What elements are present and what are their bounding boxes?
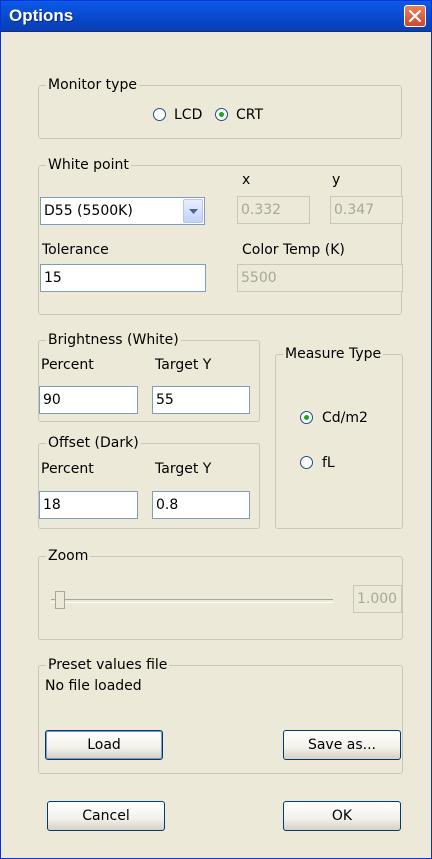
color-temp-field: 5500: [237, 264, 403, 292]
offset-target-field[interactable]: 0.8: [152, 491, 250, 519]
ok-button[interactable]: OK: [283, 801, 401, 831]
preset-file-legend: Preset values file: [46, 657, 170, 673]
brightness-percent-label: Percent: [41, 357, 94, 373]
cdm2-radio[interactable]: [300, 411, 313, 424]
offset-percent-field[interactable]: 18: [39, 491, 138, 519]
white-point-select-value: D55 (5500K): [44, 203, 133, 219]
lcd-radio-label[interactable]: LCD: [174, 107, 202, 123]
crt-radio-label[interactable]: CRT: [236, 107, 263, 123]
crt-radio-dot: [219, 112, 224, 117]
offset-percent-label: Percent: [41, 461, 94, 477]
cdm2-radio-label[interactable]: Cd/m2: [322, 410, 368, 426]
white-point-select-arrow[interactable]: [183, 199, 203, 223]
zoom-legend: Zoom: [46, 548, 91, 564]
title-bar[interactable]: Options: [1, 1, 431, 32]
lcd-radio[interactable]: [153, 108, 166, 121]
save-as-button[interactable]: Save as...: [283, 730, 401, 760]
y-label: y: [332, 172, 341, 188]
offset-target-label: Target Y: [155, 461, 212, 477]
color-temp-label: Color Temp (K): [242, 242, 345, 258]
load-button[interactable]: Load: [45, 730, 163, 760]
tolerance-label: Tolerance: [42, 242, 109, 258]
tolerance-field[interactable]: 15: [40, 264, 206, 292]
crt-radio[interactable]: [215, 108, 228, 121]
cdm2-radio-dot: [304, 415, 309, 420]
x-field: 0.332: [237, 196, 310, 224]
close-icon: [409, 10, 421, 22]
chevron-down-icon: [189, 209, 198, 214]
close-button[interactable]: [404, 5, 426, 27]
zoom-group: Zoom 1.000: [38, 548, 403, 640]
preset-file-group: Preset values file No file loaded Load S…: [38, 657, 403, 774]
brightness-group: Brightness (White) Percent Target Y 90 5…: [38, 332, 260, 422]
white-point-group: White point x y D55 (5500K) 0.332 0.347 …: [38, 157, 403, 315]
measure-type-legend: Measure Type: [283, 346, 384, 362]
window-title: Options: [9, 6, 74, 25]
white-point-select[interactable]: D55 (5500K): [40, 197, 205, 225]
zoom-slider-track[interactable]: [51, 599, 333, 603]
zoom-slider-thumb[interactable]: [55, 591, 65, 609]
measure-type-group: Measure Type Cd/m2 fL: [275, 346, 403, 529]
monitor-type-legend: Monitor type: [46, 77, 139, 93]
fl-radio-label[interactable]: fL: [322, 455, 335, 471]
brightness-target-field[interactable]: 55: [152, 386, 250, 414]
offset-legend: Offset (Dark): [46, 435, 141, 451]
offset-group: Offset (Dark) Percent Target Y 18 0.8: [38, 435, 260, 529]
brightness-legend: Brightness (White): [46, 332, 181, 348]
preset-file-status: No file loaded: [45, 678, 142, 694]
y-field: 0.347: [330, 196, 403, 224]
cancel-button[interactable]: Cancel: [47, 801, 165, 831]
fl-radio[interactable]: [300, 456, 313, 469]
brightness-percent-field[interactable]: 90: [39, 386, 138, 414]
x-label: x: [242, 172, 251, 188]
options-dialog: Options Monitor type LCD CRT White point…: [0, 0, 432, 859]
monitor-type-group: Monitor type LCD CRT: [38, 77, 402, 139]
brightness-target-label: Target Y: [155, 357, 212, 373]
zoom-value-field: 1.000: [353, 585, 402, 613]
white-point-legend: White point: [46, 157, 131, 173]
